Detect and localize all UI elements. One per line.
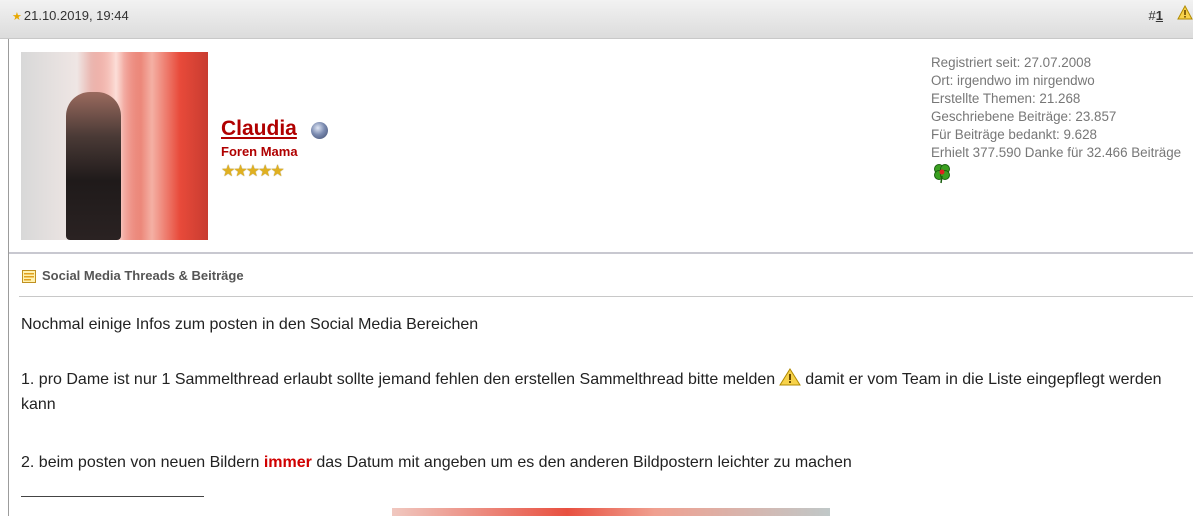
point2-highlight: immer bbox=[263, 454, 312, 471]
title-separator bbox=[19, 296, 1193, 297]
warning-icon bbox=[779, 368, 802, 393]
stat-thanked: Für Beiträge bedankt: 9.628 bbox=[931, 127, 1098, 142]
stat-received-thanks: Erhielt 377.590 Danke für 32.466 Beiträg… bbox=[931, 145, 1182, 160]
thread-title-text: Social Media Threads & Beiträge bbox=[42, 268, 244, 283]
signature-separator bbox=[21, 496, 204, 497]
star-icon: ★ bbox=[12, 11, 22, 23]
post-left-border bbox=[8, 39, 9, 516]
report-warning-icon[interactable] bbox=[1177, 4, 1193, 25]
stat-registered: Registriert seit: 27.07.2008 bbox=[931, 55, 1092, 70]
post-number-prefix: # bbox=[1148, 8, 1156, 23]
post-number: #1 bbox=[1149, 8, 1163, 23]
post-intro: Nochmal einige Infos zum posten in den S… bbox=[21, 316, 479, 333]
rank-stars-icon: ★★★★★ bbox=[221, 163, 285, 180]
point2-text-after: das Datum mit angeben um es den anderen … bbox=[316, 454, 852, 471]
post-image[interactable] bbox=[392, 508, 830, 516]
post-point-2: 2. beim posten von neuen Bildern immer d… bbox=[21, 451, 852, 474]
point1-text-before: 1. pro Dame ist nur 1 Sammelthread erlau… bbox=[21, 371, 776, 388]
point2-text-before: 2. beim posten von neuen Bildern bbox=[21, 454, 260, 471]
stat-location: Ort: irgendwo im nirgendwo bbox=[931, 73, 1095, 88]
avatar[interactable] bbox=[21, 52, 208, 240]
stat-posts: Geschriebene Beiträge: 23.857 bbox=[931, 109, 1117, 124]
user-title: Foren Mama bbox=[221, 144, 298, 159]
post-date: ★ 21.10.2019, 19:44 bbox=[12, 8, 129, 23]
post-header: ★ 21.10.2019, 19:44 #1 bbox=[0, 0, 1193, 39]
post-point-1: 1. pro Dame ist nur 1 Sammelthread erlau… bbox=[21, 368, 1186, 416]
user-stats: Registriert seit: 27.07.2008 Ort: irgend… bbox=[931, 54, 1181, 162]
username-link[interactable]: Claudia bbox=[221, 117, 297, 141]
user-info-separator bbox=[9, 252, 1193, 254]
stat-threads: Erstellte Themen: 21.268 bbox=[931, 91, 1081, 106]
status-icon bbox=[311, 122, 328, 139]
post-date-text: 21.10.2019, 19:44 bbox=[23, 8, 129, 23]
thread-icon bbox=[22, 270, 36, 286]
clover-icon bbox=[931, 162, 953, 189]
thread-title: Social Media Threads & Beiträge bbox=[22, 268, 244, 286]
avatar-figure bbox=[66, 92, 121, 240]
post-number-link[interactable]: 1 bbox=[1156, 8, 1163, 23]
